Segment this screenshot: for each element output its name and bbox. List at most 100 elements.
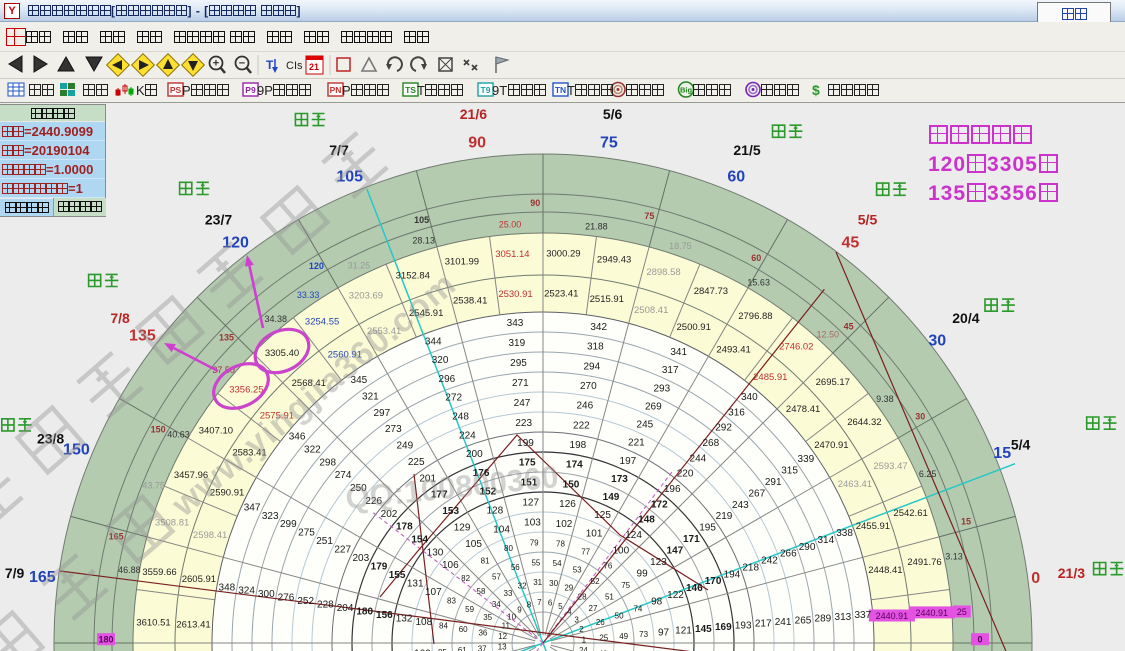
svg-text:247: 247	[514, 398, 531, 409]
svg-text:21/6: 21/6	[460, 106, 487, 122]
svg-text:248: 248	[452, 412, 469, 423]
svg-text:222: 222	[573, 420, 590, 431]
svg-text:323: 323	[262, 511, 279, 522]
svg-text:49: 49	[619, 632, 628, 641]
svg-text:30: 30	[928, 332, 946, 349]
svg-text:2598.41: 2598.41	[193, 530, 227, 541]
svg-text:170: 170	[705, 576, 722, 587]
svg-text:2644.32: 2644.32	[847, 417, 881, 428]
svg-text:120: 120	[309, 261, 324, 271]
svg-text:290: 290	[799, 542, 816, 553]
svg-text:3559.66: 3559.66	[142, 567, 176, 578]
svg-text:3305.40: 3305.40	[265, 348, 299, 359]
svg-text:2530.91: 2530.91	[498, 289, 532, 300]
svg-text:97: 97	[658, 628, 670, 639]
svg-text:243: 243	[732, 500, 749, 511]
svg-text:53: 53	[573, 566, 582, 575]
svg-text:155: 155	[389, 570, 406, 581]
svg-text:270: 270	[580, 381, 597, 392]
svg-text:15: 15	[961, 517, 971, 527]
svg-text:272: 272	[445, 393, 462, 404]
svg-text:196: 196	[664, 484, 681, 495]
svg-text:90: 90	[530, 198, 540, 208]
svg-text:154: 154	[411, 535, 428, 546]
svg-text:169: 169	[715, 622, 732, 633]
svg-text:33: 33	[504, 589, 513, 598]
svg-text:26: 26	[596, 618, 605, 627]
svg-text:TS: TS	[405, 85, 416, 95]
svg-text:25: 25	[957, 607, 967, 617]
svg-text:2898.58: 2898.58	[646, 267, 680, 278]
svg-text:5: 5	[558, 602, 563, 611]
svg-text:173: 173	[611, 474, 628, 485]
svg-text:2605.91: 2605.91	[182, 574, 216, 585]
svg-text:7/8: 7/8	[110, 310, 130, 326]
svg-text:2949.43: 2949.43	[597, 255, 631, 266]
svg-text:128: 128	[486, 506, 503, 517]
svg-text:2695.17: 2695.17	[816, 377, 850, 388]
svg-text:2515.91: 2515.91	[590, 294, 624, 305]
svg-text:5/6: 5/6	[603, 106, 623, 122]
svg-text:289: 289	[815, 614, 832, 625]
svg-text:1: 1	[582, 635, 587, 644]
svg-text:0: 0	[977, 635, 982, 645]
svg-text:180: 180	[98, 635, 113, 645]
svg-text:0: 0	[1031, 570, 1040, 587]
svg-text:103: 103	[524, 518, 541, 529]
svg-text:2542.61: 2542.61	[893, 508, 927, 519]
svg-text:43.75: 43.75	[142, 481, 165, 491]
svg-text:337: 337	[854, 610, 871, 621]
svg-text:123: 123	[650, 557, 667, 568]
svg-text:318: 318	[587, 342, 604, 353]
svg-text:241: 241	[775, 617, 792, 628]
svg-text:321: 321	[362, 391, 379, 402]
svg-text:2485.91: 2485.91	[753, 372, 787, 383]
svg-text:10: 10	[507, 613, 516, 622]
svg-text:315: 315	[781, 465, 798, 476]
svg-text:40.63: 40.63	[167, 429, 190, 439]
svg-text:126: 126	[559, 499, 576, 510]
svg-text:150: 150	[151, 425, 166, 435]
svg-text:75: 75	[621, 581, 630, 590]
svg-text:293: 293	[653, 383, 670, 394]
svg-text:75: 75	[600, 134, 618, 151]
svg-text:276: 276	[278, 593, 295, 604]
svg-text:101: 101	[586, 528, 603, 539]
svg-text:45: 45	[842, 234, 860, 251]
svg-text:145: 145	[695, 624, 712, 635]
svg-text:2523.41: 2523.41	[544, 289, 578, 300]
svg-text:322: 322	[304, 445, 321, 456]
svg-text:31.25: 31.25	[348, 261, 371, 271]
svg-text:34: 34	[492, 600, 501, 609]
svg-text:105: 105	[414, 215, 429, 225]
svg-text:178: 178	[396, 522, 413, 533]
svg-text:298: 298	[319, 457, 336, 468]
svg-text:198: 198	[570, 440, 587, 451]
svg-text:2613.41: 2613.41	[176, 620, 210, 631]
svg-text:28: 28	[578, 592, 587, 601]
svg-text:295: 295	[510, 358, 527, 369]
svg-text:27: 27	[589, 604, 598, 613]
svg-text:204: 204	[337, 603, 354, 614]
svg-text:PS: PS	[170, 85, 182, 95]
svg-text:124: 124	[625, 530, 642, 541]
svg-text:156: 156	[376, 610, 393, 621]
svg-text:2440.91: 2440.91	[916, 608, 949, 618]
svg-text:299: 299	[280, 519, 297, 530]
svg-text:244: 244	[690, 453, 707, 464]
svg-text:268: 268	[702, 438, 719, 449]
svg-text:2500.91: 2500.91	[677, 322, 711, 333]
svg-text:T: T	[266, 58, 274, 72]
svg-text:194: 194	[724, 569, 741, 580]
svg-text:79: 79	[530, 538, 539, 547]
svg-text:5/4: 5/4	[1011, 437, 1031, 453]
svg-text:32: 32	[518, 582, 527, 591]
svg-text:197: 197	[620, 456, 637, 467]
svg-text:105: 105	[465, 539, 482, 550]
svg-text:54: 54	[553, 559, 562, 568]
svg-text:3356.25: 3356.25	[229, 385, 263, 396]
svg-text:200: 200	[466, 449, 483, 460]
svg-text:150: 150	[563, 479, 580, 490]
svg-text:199: 199	[517, 438, 534, 449]
svg-text:104: 104	[493, 524, 510, 535]
